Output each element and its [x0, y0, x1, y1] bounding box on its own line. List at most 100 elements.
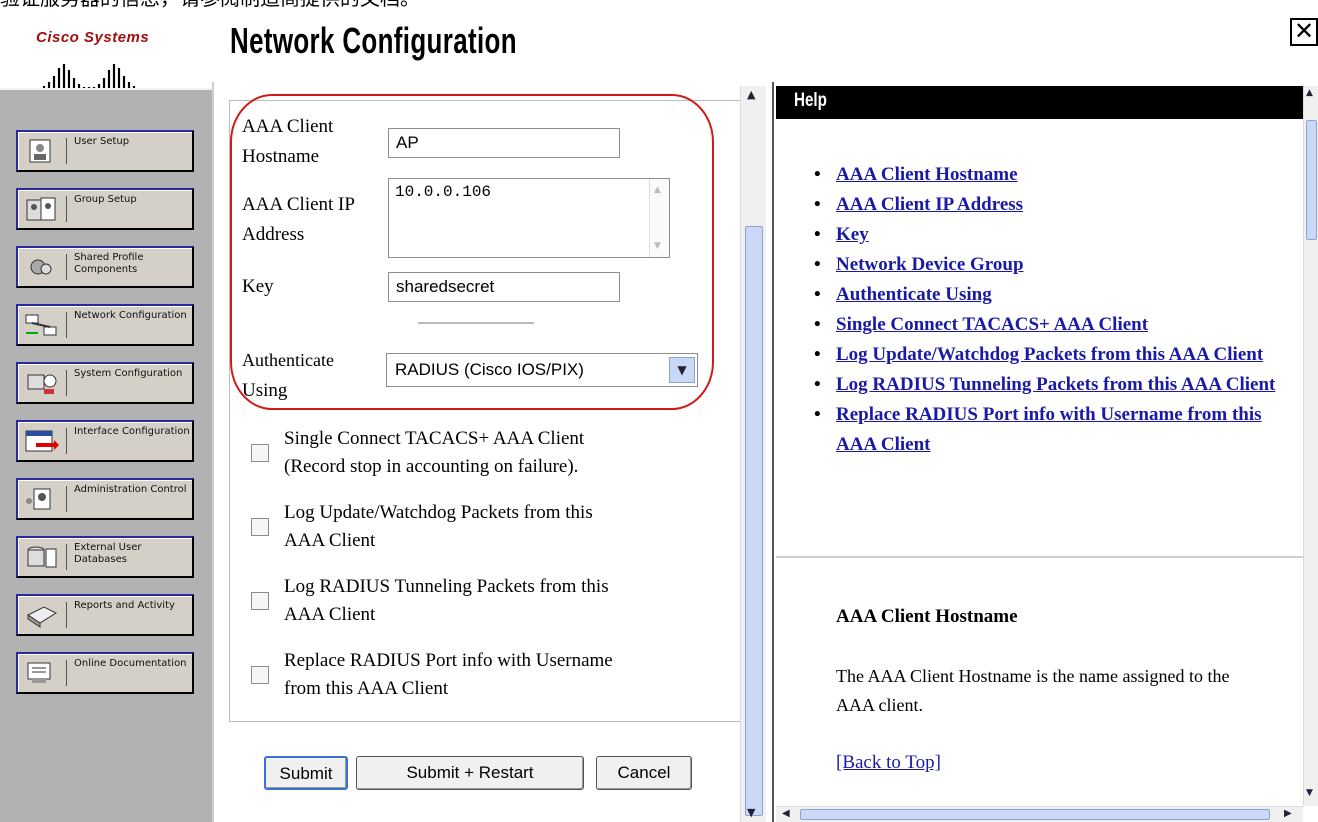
list-item: Network Device Group [814, 250, 1294, 280]
help-link[interactable]: Replace RADIUS Port info with Username f… [836, 404, 1262, 455]
checkbox-label: Replace RADIUS Port info with Username [284, 650, 613, 671]
help-link[interactable]: Authenticate Using [836, 284, 992, 305]
help-link[interactable]: Network Device Group [836, 254, 1024, 275]
nav-label: Group Setup [74, 194, 137, 205]
admin-control-icon [26, 488, 51, 510]
scrollbar-thumb[interactable] [745, 226, 763, 816]
interface-config-icon [25, 430, 59, 452]
nav-user-setup[interactable]: User Setup [16, 130, 194, 172]
external-db-icon [27, 546, 57, 568]
single-connect-checkbox[interactable] [251, 444, 269, 462]
nav-network-configuration[interactable]: Network Configuration [16, 304, 194, 346]
nav-group-setup[interactable]: Group Setup [16, 188, 194, 230]
checkbox-label: Single Connect TACACS+ AAA Client [284, 428, 585, 449]
help-scrollbar[interactable]: ▲ ▼ [1303, 86, 1318, 806]
hostname-label-2: Hostname [242, 146, 320, 167]
nav-interface-configuration[interactable]: Interface Configuration [16, 420, 194, 462]
list-item: Log Update/Watchdog Packets from this AA… [814, 340, 1294, 370]
nav-label: User Setup [74, 136, 130, 147]
back-to-top-link[interactable]: [Back to Top] [836, 752, 941, 774]
list-item: Replace RADIUS Port info with Username f… [814, 400, 1294, 460]
cancel-button[interactable]: Cancel [596, 756, 692, 790]
submit-button[interactable]: Submit [264, 756, 348, 790]
checkbox-label: Log RADIUS Tunneling Packets from this [284, 576, 609, 597]
ip-address-textarea[interactable]: 10.0.0.106 ▲ ▼ [388, 178, 670, 258]
submit-restart-button[interactable]: Submit + Restart [356, 756, 584, 790]
help-horizontal-scrollbar[interactable]: ◀ ▶ [776, 806, 1303, 822]
checkbox-label: from this AAA Client [284, 678, 449, 699]
scroll-left-icon[interactable]: ◀ [782, 808, 790, 819]
scrollbar-thumb[interactable] [800, 809, 1270, 820]
help-divider [776, 556, 1303, 558]
authenticate-using-select[interactable]: RADIUS (Cisco IOS/PIX) ▼ [386, 353, 698, 387]
checkbox-label: Log Update/Watchdog Packets from this [284, 502, 593, 523]
list-item: Key [814, 220, 1294, 250]
hostname-label: AAA Client [242, 116, 334, 137]
auth-label: Authenticate [242, 350, 334, 370]
hostname-input[interactable]: AP [388, 128, 620, 158]
scrollbar-thumb[interactable] [1306, 120, 1317, 240]
documentation-icon [27, 662, 51, 683]
nav-label: Interface Configuration [74, 426, 190, 437]
nav-label: Online Documentation [74, 658, 187, 669]
ip-label-2: Address [242, 224, 305, 245]
nav-label: Administration Control [74, 484, 187, 495]
scroll-right-icon[interactable]: ▶ [1284, 808, 1292, 819]
list-item: Authenticate Using [814, 280, 1294, 310]
scroll-down-icon[interactable]: ▼ [1306, 788, 1313, 798]
nav-system-configuration[interactable]: System Configuration [16, 362, 194, 404]
page-title: Network Configuration [230, 20, 517, 61]
help-link[interactable]: Log Update/Watchdog Packets from this AA… [836, 344, 1263, 365]
divider [418, 322, 534, 324]
help-link[interactable]: Key [836, 224, 869, 245]
nav-online-documentation[interactable]: Online Documentation [16, 652, 194, 694]
help-section-heading: AAA Client Hostname [836, 606, 1018, 627]
help-link-list: AAA Client Hostname AAA Client IP Addres… [814, 160, 1294, 460]
help-header [776, 86, 1303, 119]
list-item: AAA Client Hostname [814, 160, 1294, 190]
scroll-up-icon[interactable]: ▲ [1306, 88, 1313, 98]
nav-label: External User Databases [74, 542, 142, 565]
help-link[interactable]: Log RADIUS Tunneling Packets from this A… [836, 374, 1275, 395]
textarea-scrollbar[interactable]: ▲ ▼ [649, 179, 669, 257]
help-link[interactable]: Single Connect TACACS+ AAA Client [836, 314, 1148, 335]
replace-radius-port-checkbox[interactable] [251, 666, 269, 684]
help-section-text: The AAA Client Hostname is the name assi… [836, 666, 1230, 715]
close-button[interactable]: ✕ [1290, 18, 1318, 46]
group-setup-icon [26, 197, 56, 221]
network-config-icon [25, 314, 57, 336]
nav-shared-profile-components[interactable]: Shared Profile Components [16, 246, 194, 288]
nav-label: Reports and Activity [74, 600, 175, 611]
help-link[interactable]: AAA Client IP Address [836, 194, 1023, 215]
nav-administration-control[interactable]: Administration Control [16, 478, 194, 520]
chevron-down-icon[interactable]: ▼ [669, 357, 695, 383]
checkbox-label: (Record stop in accounting on failure). [284, 456, 579, 477]
nav-label: System Configuration [74, 368, 183, 379]
list-item: Single Connect TACACS+ AAA Client [814, 310, 1294, 340]
help-title: Help [794, 90, 827, 111]
scroll-up-icon[interactable]: ▲ [747, 88, 755, 101]
reports-icon [27, 606, 58, 628]
nav-label: Shared Profile Components [74, 252, 144, 275]
nav-label: Network Configuration [74, 310, 187, 321]
checkbox-label: AAA Client [284, 530, 376, 551]
left-navigation: User Setup Group Setup Shared Profile Co… [0, 88, 212, 822]
help-link[interactable]: AAA Client Hostname [836, 164, 1018, 185]
nav-reports-and-activity[interactable]: Reports and Activity [16, 594, 194, 636]
list-item: Log RADIUS Tunneling Packets from this A… [814, 370, 1294, 400]
list-item: AAA Client IP Address [814, 190, 1294, 220]
log-update-checkbox[interactable] [251, 518, 269, 536]
ip-address-value: 10.0.0.106 [395, 183, 492, 201]
system-config-icon [27, 374, 57, 394]
shared-profile-icon [30, 259, 52, 275]
log-radius-tunneling-checkbox[interactable] [251, 592, 269, 610]
auth-selected-value: RADIUS (Cisco IOS/PIX) [395, 360, 584, 379]
nav-external-user-databases[interactable]: External User Databases [16, 536, 194, 578]
key-input[interactable]: sharedsecret [388, 272, 620, 302]
form-scrollbar[interactable]: ▲ ▼ [740, 86, 766, 822]
user-setup-icon [29, 139, 51, 163]
ip-label: AAA Client IP [242, 194, 355, 215]
checkbox-label: AAA Client [284, 604, 376, 625]
scroll-down-icon[interactable]: ▼ [747, 806, 755, 819]
logo-text: Cisco Systems [36, 29, 150, 46]
